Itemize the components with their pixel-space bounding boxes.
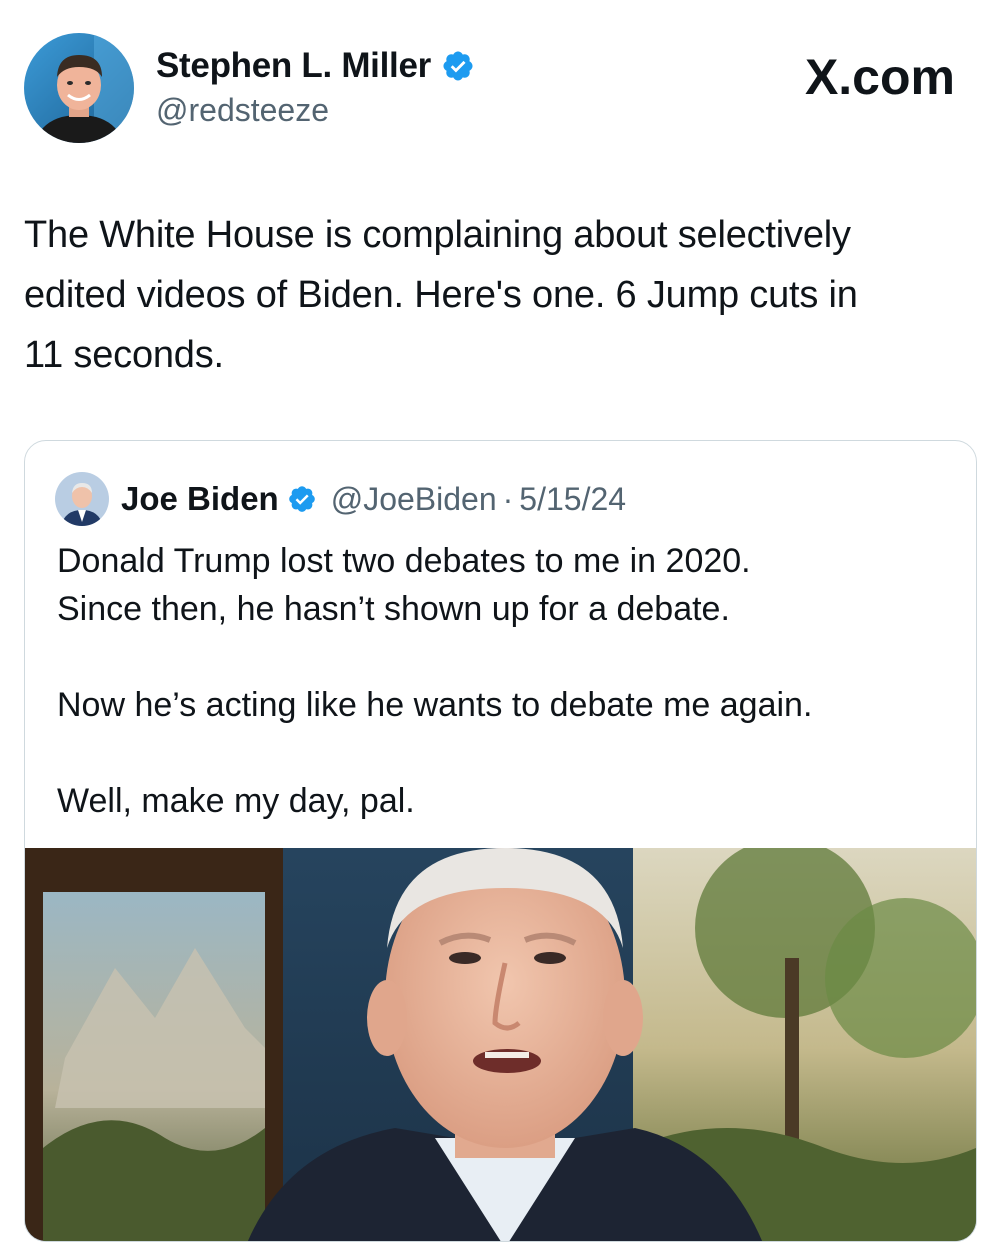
post-header: Stephen L. Miller @redsteeze X.com (0, 0, 1001, 170)
quoted-post-video[interactable] (25, 838, 976, 1241)
post-text: The White House is complaining about sel… (24, 205, 984, 385)
quoted-post-header: Joe Biden @JoeBiden · 5/15/24 (55, 471, 626, 527)
quoted-post-paragraph: Well, make my day, pal. (57, 777, 957, 825)
post-text-line: The White House is complaining about sel… (24, 214, 851, 256)
quoted-post-line: Now he’s acting like he wants to debate … (57, 686, 813, 724)
quoted-post-card[interactable]: Joe Biden @JoeBiden · 5/15/24 Donald Tru… (24, 440, 977, 1242)
post-text-line: edited videos of Biden. Here's one. 6 Ju… (24, 274, 858, 316)
quoted-author-name[interactable]: Joe Biden (121, 480, 279, 518)
video-still-image (25, 838, 976, 1241)
author-avatar[interactable] (24, 33, 134, 143)
post-text-line: 11 seconds. (24, 334, 224, 376)
verified-badge-icon (288, 486, 315, 512)
quoted-post-line: Since then, he hasn’t shown up for a deb… (57, 590, 730, 628)
quoted-post-text: Donald Trump lost two debates to me in 2… (57, 537, 957, 825)
x-logo-text: X.com (804, 49, 955, 105)
quoted-author-avatar[interactable] (55, 472, 109, 526)
quoted-post-paragraph: Donald Trump lost two debates to me in 2… (57, 537, 957, 633)
author-name-row: Stephen L. Miller (156, 44, 475, 88)
verified-badge-icon (443, 51, 473, 81)
x-com-logo: X.com (805, 48, 955, 106)
author-name[interactable]: Stephen L. Miller (156, 46, 431, 86)
separator-dot: · (502, 480, 514, 517)
author-handle[interactable]: @redsteeze (156, 92, 329, 129)
quoted-post-line: Well, make my day, pal. (57, 782, 415, 820)
quoted-author-avatar-image (55, 472, 109, 526)
author-avatar-image (24, 33, 134, 143)
quoted-post-line: Donald Trump lost two debates to me in 2… (57, 542, 751, 580)
quoted-post-paragraph: Now he’s acting like he wants to debate … (57, 681, 957, 729)
quoted-post-date[interactable]: 5/15/24 (519, 481, 626, 518)
quoted-author-handle[interactable]: @JoeBiden (331, 481, 497, 518)
